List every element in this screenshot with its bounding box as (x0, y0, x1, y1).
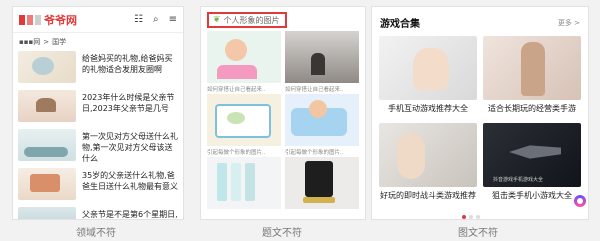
game-card[interactable]: 手机互动游戏推荐大全 (379, 36, 477, 117)
article-list: 给爸妈买的礼物,给爸妈买的礼物适合发朋友圈啊 2023年什么时候是父亲节日,20… (13, 51, 183, 219)
section-heading: 个人形象的图片 (223, 15, 280, 25)
panel-domain-mismatch: 爷爷网 ☷ ⌕ ≡ ▪▪▪网 > 国学 给爸妈买的礼物,给爸妈买的礼物适合发朋友… (12, 6, 184, 220)
screenshot-canvas: 爷爷网 ☷ ⌕ ≡ ▪▪▪网 > 国学 给爸妈买的礼物,给爸妈买的礼物适合发朋友… (0, 0, 600, 241)
image-grid: 如何穿搭让自己看起来.. 如何穿搭让自己看起来.. 引起每做个形象的图片.. 引… (201, 31, 365, 209)
list-item[interactable]: 第一次见对方父母送什么礼物,第一次见对方父母该送什么 (18, 129, 178, 165)
carousel-dots (462, 215, 480, 219)
list-item[interactable]: 2023年什么时候是父亲节日,2023年父亲节是几号 (18, 90, 178, 126)
logo-icon[interactable] (19, 14, 41, 25)
caption-image-text-mismatch: 图文不符 (458, 228, 498, 239)
carousel-dot[interactable] (469, 215, 473, 219)
game-card-title[interactable]: 适合长期玩的经营类手游 (483, 100, 581, 117)
article-title[interactable]: 第一次见对方父母送什么礼物,第一次见对方父母该送什么 (82, 129, 178, 164)
game-card-grid: 手机互动游戏推荐大全 适合长期玩的经营类手游 好玩的即时战斗类游戏推荐 抖音游戏… (372, 36, 588, 204)
article-thumbnail[interactable] (18, 90, 76, 122)
game-card[interactable]: 抖音游戏手机游戏大全 狙击类手机小游戏大全 (483, 123, 581, 204)
breadcrumb: ▪▪▪网 > 国学 (13, 33, 183, 51)
grid-image[interactable] (285, 157, 359, 209)
leaf-icon: ❦ (213, 15, 221, 25)
game-card-image[interactable] (379, 123, 477, 187)
caption-title-mismatch: 题文不符 (262, 228, 302, 239)
article-thumbnail[interactable] (18, 168, 76, 200)
grid-item[interactable]: 如何穿搭让自己看起来.. (285, 86, 359, 146)
section-heading-highlighted: ❦ 个人形象的图片 (207, 12, 287, 28)
list-item[interactable]: 父亲节是不是第6个星期日,父亲节是不是第6个星期日 (18, 207, 178, 219)
article-title[interactable]: 给爸妈买的礼物,给爸妈买的礼物适合发朋友圈啊 (82, 51, 178, 75)
game-card[interactable]: 好玩的即时战斗类游戏推荐 (379, 123, 477, 204)
article-thumbnail[interactable] (18, 51, 76, 83)
grid-item[interactable]: 引起每做个形象的图片.. (207, 149, 281, 209)
caption-domain-mismatch: 领域不符 (76, 228, 116, 239)
carousel-dot-active[interactable] (462, 215, 466, 219)
game-card[interactable]: 适合长期玩的经营类手游 (483, 36, 581, 117)
grid-item[interactable] (207, 31, 281, 83)
game-card-image[interactable] (483, 36, 581, 100)
collection-title: 游戏合集 (380, 19, 420, 30)
image-caption[interactable]: 引起每做个形象的图片.. (285, 149, 359, 157)
grid-image[interactable] (285, 31, 359, 83)
grid-image[interactable] (207, 94, 281, 146)
menu-icon[interactable]: ≡ (169, 14, 177, 25)
top-bar: 爷爷网 ☷ ⌕ ≡ (13, 7, 183, 33)
grid-image[interactable] (207, 157, 281, 209)
search-icon[interactable]: ⌕ (153, 14, 159, 25)
floating-app-icon[interactable] (574, 195, 586, 207)
breadcrumb-site[interactable]: ▪▪▪网 (19, 37, 40, 47)
grid-item[interactable]: 如何穿搭让自己看起来.. (207, 86, 281, 146)
image-watermark: 抖音游戏手机游戏大全 (493, 177, 544, 183)
site-brand[interactable]: 爷爷网 (44, 12, 77, 28)
grid-image[interactable] (207, 31, 281, 83)
carousel-dot[interactable] (476, 215, 480, 219)
game-card-title[interactable]: 手机互动游戏推荐大全 (379, 100, 477, 117)
panel-image-text-mismatch: 游戏合集 更多 > 手机互动游戏推荐大全 适合长期玩的经营类手游 好玩的即时战斗… (371, 6, 589, 220)
article-title[interactable]: 父亲节是不是第6个星期日,父亲节是不是第6个星期日 (82, 207, 178, 219)
grid-image[interactable] (285, 94, 359, 146)
breadcrumb-section[interactable]: 国学 (52, 37, 66, 47)
grid-item[interactable] (285, 31, 359, 83)
list-icon[interactable]: ☷ (134, 14, 143, 25)
game-card-title[interactable]: 好玩的即时战斗类游戏推荐 (379, 187, 477, 204)
image-caption[interactable]: 如何穿搭让自己看起来.. (285, 86, 359, 94)
article-title[interactable]: 2023年什么时候是父亲节日,2023年父亲节是几号 (82, 90, 178, 114)
game-card-image[interactable]: 抖音游戏手机游戏大全 (483, 123, 581, 187)
game-card-title[interactable]: 狙击类手机小游戏大全 (483, 187, 581, 204)
breadcrumb-separator: > (43, 38, 50, 46)
list-item[interactable]: 给爸妈买的礼物,给爸妈买的礼物适合发朋友圈啊 (18, 51, 178, 87)
more-link[interactable]: 更多 > (558, 18, 580, 28)
collection-header: 游戏合集 更多 > (372, 7, 588, 36)
list-item[interactable]: 35岁的父亲送什么礼物,爸爸生日送什么礼物最有意义 (18, 168, 178, 204)
image-caption[interactable]: 引起每做个形象的图片.. (207, 149, 281, 157)
image-caption[interactable]: 如何穿搭让自己看起来.. (207, 86, 281, 94)
article-thumbnail[interactable] (18, 129, 76, 161)
panel-title-mismatch: ❦ 个人形象的图片 如何穿搭让自己看起来.. 如何穿搭让自己看起来.. 引起每做… (200, 6, 366, 220)
article-title[interactable]: 35岁的父亲送什么礼物,爸爸生日送什么礼物最有意义 (82, 168, 178, 192)
game-card-image[interactable] (379, 36, 477, 100)
article-thumbnail[interactable] (18, 207, 76, 219)
grid-item[interactable]: 引起每做个形象的图片.. (285, 149, 359, 209)
